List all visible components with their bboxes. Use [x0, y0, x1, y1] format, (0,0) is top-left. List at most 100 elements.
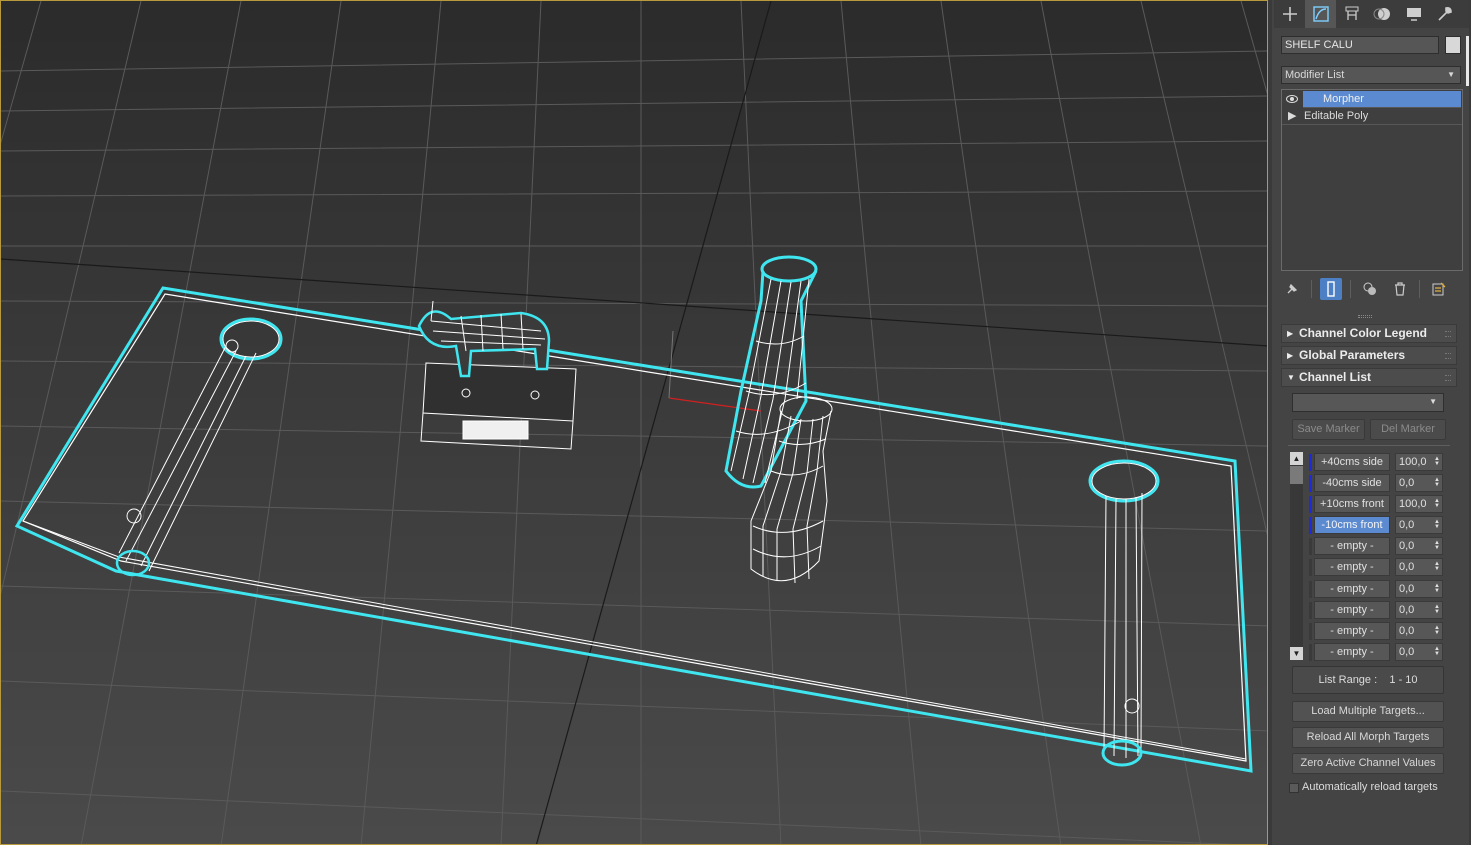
channel-row: +10cms front 100,0 ▲ ▼	[1309, 494, 1449, 515]
channel-scrollbar[interactable]: ▲ ▼	[1290, 452, 1303, 660]
channel-value: 0,0	[1399, 519, 1415, 532]
pin-stack-button[interactable]	[1281, 278, 1303, 300]
save-marker-button[interactable]: Save Marker	[1292, 419, 1365, 440]
channel-color-indicator	[1309, 580, 1312, 598]
tab-hierarchy[interactable]	[1336, 0, 1367, 28]
modifier-stack[interactable]: Morpher ▶ Editable Poly	[1281, 89, 1463, 271]
show-end-result-button[interactable]	[1320, 278, 1342, 300]
channel-value-spinner[interactable]: 100,0 ▲ ▼	[1395, 495, 1443, 514]
tab-modify[interactable]	[1305, 0, 1336, 28]
channel-value-spinner[interactable]: 0,0 ▲ ▼	[1395, 537, 1443, 556]
stack-toolbar	[1281, 278, 1461, 300]
scroll-down-icon[interactable]: ▼	[1290, 647, 1303, 660]
channel-value-spinner[interactable]: 100,0 ▲ ▼	[1395, 453, 1443, 471]
motion-icon	[1373, 8, 1390, 20]
rollout-grip-icon	[1445, 331, 1451, 337]
channel-name-button[interactable]: - empty -	[1314, 600, 1390, 619]
make-unique-button[interactable]	[1359, 278, 1381, 300]
spinner-arrows-icon[interactable]: ▲ ▼	[1434, 477, 1440, 488]
channel-name-button[interactable]: +40cms side	[1314, 453, 1390, 471]
rollout-global-parameters[interactable]: ▶ Global Parameters	[1281, 346, 1457, 365]
perspective-viewport[interactable]	[0, 0, 1268, 845]
configure-modifier-sets-button[interactable]	[1428, 278, 1450, 300]
configure-sets-icon	[1432, 282, 1446, 296]
list-range-value: 1 - 10	[1389, 674, 1418, 686]
channel-value: 0,0	[1399, 540, 1415, 553]
spinner-arrows-icon[interactable]: ▲ ▼	[1434, 540, 1440, 551]
channel-color-indicator	[1309, 496, 1312, 514]
spinner-arrows-icon[interactable]: ▲ ▼	[1434, 456, 1440, 467]
channel-value-spinner[interactable]: 0,0 ▲ ▼	[1395, 474, 1443, 493]
spinner-arrows-icon[interactable]: ▲ ▼	[1434, 604, 1440, 615]
tab-motion[interactable]	[1367, 0, 1398, 28]
channel-value: 0,0	[1399, 561, 1415, 574]
spinner-arrows-icon[interactable]: ▲ ▼	[1434, 625, 1440, 636]
section-divider	[1288, 445, 1450, 446]
object-name-field[interactable]: SHELF CALU	[1281, 36, 1439, 54]
tab-display[interactable]	[1398, 0, 1429, 28]
tab-utilities[interactable]	[1429, 0, 1460, 28]
panel-resize-grip[interactable]	[1358, 315, 1372, 318]
channel-value-spinner[interactable]: 0,0 ▲ ▼	[1395, 558, 1443, 577]
del-marker-button[interactable]: Del Marker	[1370, 419, 1446, 440]
channel-name-button[interactable]: +10cms front	[1314, 495, 1390, 514]
channel-name-button[interactable]: - empty -	[1314, 537, 1390, 556]
object-color-swatch[interactable]	[1445, 36, 1461, 54]
rollout-channel-list[interactable]: ▼ Channel List	[1281, 368, 1457, 387]
modifier-list-dropdown[interactable]: Modifier List ▼	[1281, 66, 1461, 84]
spinner-arrows-icon[interactable]: ▲ ▼	[1434, 498, 1440, 509]
utilities-wrench-icon	[1437, 7, 1452, 21]
channel-name-button[interactable]: - empty -	[1314, 558, 1390, 577]
vase-tall-wireframe	[724, 255, 818, 489]
scroll-up-icon[interactable]: ▲	[1290, 452, 1303, 465]
stack-item-editable-poly[interactable]: ▶ Editable Poly	[1282, 108, 1462, 125]
channel-color-indicator	[1309, 622, 1312, 640]
spinner-arrows-icon[interactable]: ▲ ▼	[1434, 583, 1440, 594]
channel-value-spinner[interactable]: 0,0 ▲ ▼	[1395, 579, 1443, 598]
channel-value: 0,0	[1399, 645, 1415, 658]
home-grid	[1, 1, 1267, 844]
channel-color-indicator	[1309, 454, 1312, 471]
channel-name-button[interactable]: - empty -	[1314, 642, 1390, 661]
viewport-canvas[interactable]	[1, 1, 1268, 845]
command-panel: SHELF CALU Modifier List ▼ Morpher ▶ Edi…	[1268, 0, 1471, 845]
reload-all-morph-targets-button[interactable]: Reload All Morph Targets	[1292, 727, 1444, 748]
grid-axis-lines	[1, 1, 1267, 844]
eye-visibility-icon[interactable]	[1286, 95, 1298, 103]
stack-item-label: Editable Poly	[1304, 110, 1369, 122]
scroll-thumb[interactable]	[1290, 466, 1303, 484]
toolbar-divider	[1419, 280, 1420, 298]
channel-name-button[interactable]: -10cms front	[1314, 516, 1390, 535]
tab-create[interactable]	[1274, 0, 1305, 28]
list-range-label: List Range :	[1318, 674, 1378, 686]
auto-reload-checkbox[interactable]	[1289, 783, 1299, 793]
marker-dropdown[interactable]: ▼	[1292, 393, 1444, 412]
channel-value-spinner[interactable]: 0,0 ▲ ▼	[1395, 642, 1443, 661]
auto-reload-label: Automatically reload targets	[1302, 781, 1438, 793]
channel-color-indicator	[1309, 559, 1312, 577]
channel-name-button[interactable]: - empty -	[1314, 621, 1390, 640]
rollout-grip-icon	[1445, 375, 1451, 381]
channel-value-spinner[interactable]: 0,0 ▲ ▼	[1395, 516, 1443, 535]
channel-value-spinner[interactable]: 0,0 ▲ ▼	[1395, 621, 1443, 640]
rollout-channel-color-legend[interactable]: ▶ Channel Color Legend	[1281, 324, 1457, 343]
channel-value: 100,0	[1399, 456, 1427, 468]
zero-active-channel-values-button[interactable]: Zero Active Channel Values	[1292, 753, 1444, 774]
channel-value: 0,0	[1399, 603, 1415, 616]
stack-item-morpher[interactable]: Morpher	[1286, 91, 1461, 108]
channel-name-button[interactable]: -40cms side	[1314, 474, 1390, 493]
load-multiple-targets-button[interactable]: Load Multiple Targets...	[1292, 701, 1444, 722]
left-bracket-wireframe	[115, 317, 283, 577]
channel-name-button[interactable]: - empty -	[1314, 579, 1390, 598]
spinner-arrows-icon[interactable]: ▲ ▼	[1434, 646, 1440, 657]
spinner-arrows-icon[interactable]: ▲ ▼	[1434, 561, 1440, 572]
channel-value-spinner[interactable]: 0,0 ▲ ▼	[1395, 600, 1443, 619]
channel-row: - empty - 0,0 ▲ ▼	[1309, 621, 1449, 642]
channel-color-indicator	[1309, 601, 1312, 619]
toolbar-divider	[1350, 280, 1351, 298]
expand-triangle-icon[interactable]: ▶	[1288, 108, 1296, 125]
remove-modifier-button[interactable]	[1389, 278, 1411, 300]
pin-icon	[1287, 283, 1298, 294]
expand-triangle-icon: ▼	[1287, 373, 1295, 382]
spinner-arrows-icon[interactable]: ▲ ▼	[1434, 519, 1440, 530]
